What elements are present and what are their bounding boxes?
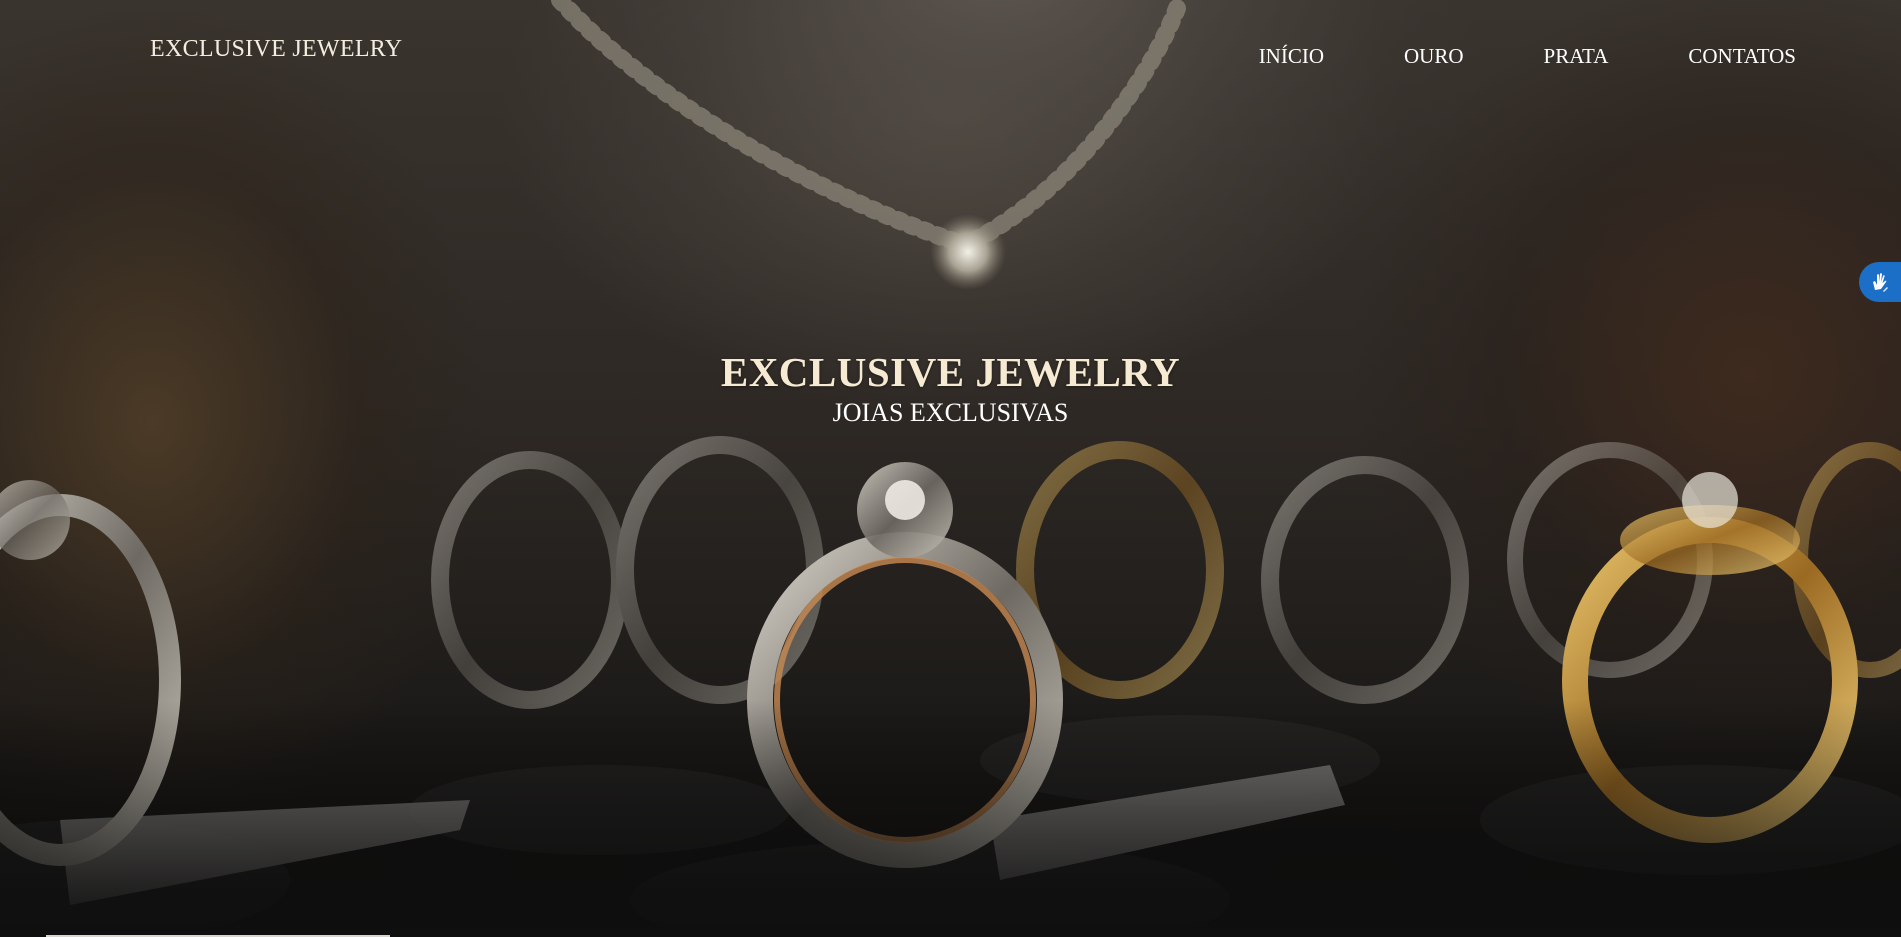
nav-link-prata[interactable]: PRATA [1544, 44, 1609, 69]
jewelry-background-image [0, 0, 1901, 937]
nav-link-inicio[interactable]: INÍCIO [1259, 44, 1324, 69]
sign-language-hands-icon [1873, 273, 1888, 292]
brand-logo[interactable]: EXCLUSIVE JEWELRY [150, 36, 402, 63]
rings-decoration [0, 436, 1901, 937]
hero-section: EXCLUSIVE JEWELRY INÍCIO OURO PRATA CONT… [0, 0, 1901, 937]
main-nav: INÍCIO OURO PRATA CONTATOS [1259, 44, 1796, 69]
nav-link-contatos[interactable]: CONTATOS [1688, 44, 1796, 69]
accessibility-button[interactable] [1859, 262, 1901, 302]
nav-link-ouro[interactable]: OURO [1404, 44, 1464, 69]
hero-title: EXCLUSIVE JEWELRY [720, 349, 1181, 395]
hero-subtitle: JOIAS EXCLUSIVAS [832, 398, 1069, 427]
